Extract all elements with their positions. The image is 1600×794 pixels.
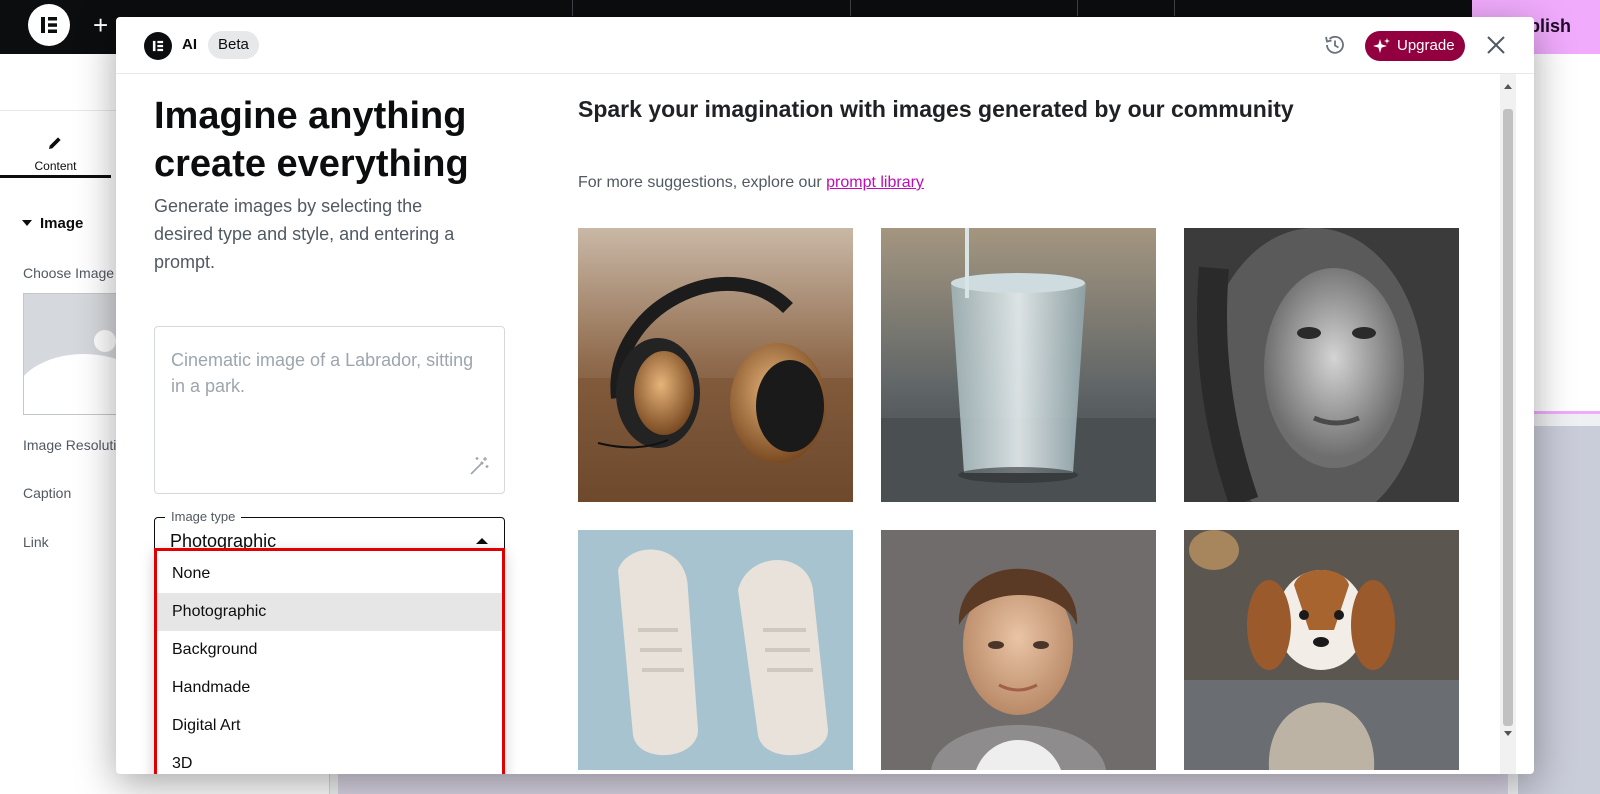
section-title: Image (40, 215, 84, 232)
modal-title: Imagine anything create everything (154, 95, 469, 185)
modal-scrollbar[interactable] (1500, 74, 1516, 774)
elementor-ai-logo-icon (144, 32, 172, 60)
caret-up-icon (476, 538, 488, 544)
option-none[interactable]: None (157, 555, 502, 593)
modal-description: Generate images by selecting the desired… (154, 196, 455, 272)
topbar-divider (1174, 0, 1175, 16)
scroll-up-arrow-icon[interactable] (1504, 84, 1512, 89)
modal-left-pane: Imagine anything create everything Gener… (116, 74, 526, 774)
suggestion-text: For more suggestions, explore our prompt… (578, 174, 924, 192)
option-background[interactable]: Background (157, 631, 502, 669)
caret-down-icon (22, 220, 32, 226)
section-image-toggle[interactable]: Image (22, 215, 83, 232)
placeholder-hill (24, 354, 122, 414)
tab-content[interactable]: Content (0, 122, 111, 178)
close-icon[interactable] (1483, 32, 1509, 58)
scroll-down-arrow-icon[interactable] (1504, 731, 1512, 736)
water-glass-image[interactable] (881, 228, 1156, 502)
boy-portrait-image[interactable] (881, 530, 1156, 770)
option-handmade[interactable]: Handmade (157, 669, 502, 707)
image-type-dropdown: None Photographic Background Handmade Di… (154, 548, 505, 774)
scrollbar-thumb[interactable] (1503, 109, 1513, 726)
control-label-link: Link (23, 534, 49, 550)
topbar-divider (1077, 0, 1078, 16)
sneakers-image[interactable] (578, 530, 853, 770)
tab-content-label: Content (34, 159, 77, 173)
history-icon[interactable] (1322, 32, 1348, 58)
modal-header: AI Beta Upgrade (116, 17, 1534, 74)
modal-right-pane: Spark your imagination with images gener… (566, 74, 1466, 774)
option-3d[interactable]: 3D (157, 745, 502, 774)
elementor-logo-icon[interactable] (28, 4, 70, 46)
option-photographic[interactable]: Photographic (157, 593, 502, 631)
sparkle-icon (1373, 38, 1390, 53)
placeholder-sun (94, 330, 116, 352)
control-label-image-resolution: Image Resoluti (23, 437, 117, 453)
dog-sweater-image[interactable] (1184, 530, 1459, 770)
woman-portrait-image[interactable] (1184, 228, 1459, 502)
topbar-divider (572, 0, 573, 16)
magic-wand-icon[interactable] (468, 455, 490, 477)
add-element-icon[interactable]: + (93, 10, 108, 40)
image-placeholder[interactable] (23, 293, 123, 415)
topbar-divider (850, 0, 851, 16)
pencil-icon (49, 137, 61, 149)
prompt-field[interactable] (154, 326, 505, 494)
ai-label: AI (182, 36, 197, 53)
image-type-label: Image type (165, 509, 242, 524)
headphones-image[interactable] (578, 228, 853, 502)
upgrade-button[interactable]: Upgrade (1365, 31, 1465, 61)
suggestion-label: For more suggestions, explore our (578, 174, 822, 191)
prompt-library-link[interactable]: prompt library (826, 174, 924, 191)
control-label-caption: Caption (23, 485, 72, 501)
community-heading: Spark your imagination with images gener… (578, 96, 1294, 122)
control-label-choose-image: Choose Image (23, 265, 115, 281)
upgrade-label: Upgrade (1397, 37, 1455, 54)
option-digital-art[interactable]: Digital Art (157, 707, 502, 745)
prompt-input[interactable] (171, 347, 488, 447)
ai-image-modal: AI Beta Upgrade Imagine anything create … (116, 17, 1534, 774)
beta-badge: Beta (208, 31, 259, 59)
